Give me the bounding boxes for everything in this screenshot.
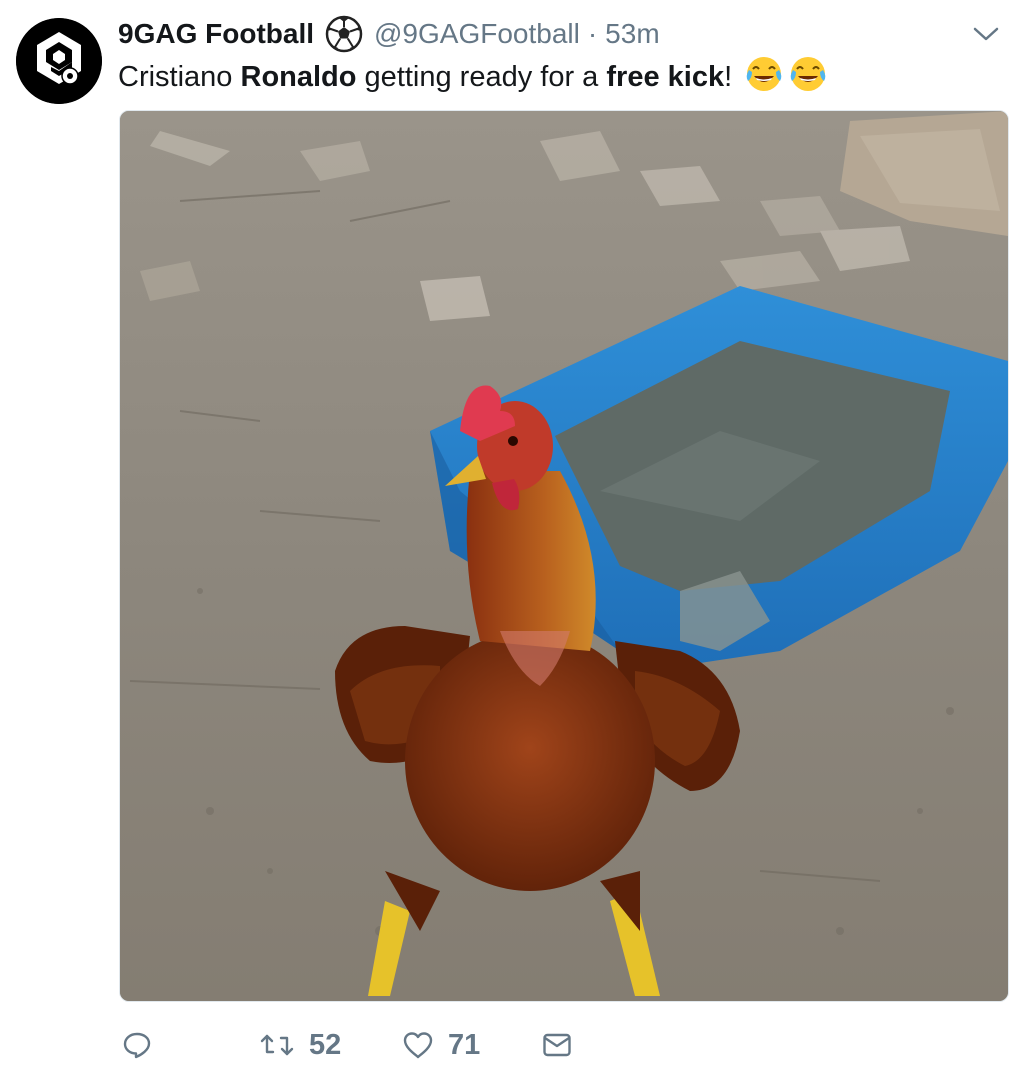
reply-button[interactable] [122, 1020, 166, 1070]
rooster-photo [120, 111, 1008, 1001]
like-button[interactable]: 71 [402, 1020, 480, 1070]
tweet-header: 9GAG Football @9GAGFootball · 53m [118, 14, 660, 54]
soccer-ball-icon [324, 14, 364, 54]
tweet-text-part: getting ready for a [356, 61, 607, 93]
tweet-text-bold: free kick [606, 61, 725, 93]
timestamp[interactable]: 53m [605, 18, 659, 50]
tweet-text: Cristiano Ronaldo getting ready for a fr… [118, 54, 828, 97]
direct-message-button[interactable] [542, 1020, 586, 1070]
chevron-down-icon[interactable] [972, 24, 1000, 44]
tweet-text-part: ! [724, 61, 733, 93]
heart-icon [403, 1032, 433, 1059]
reply-icon [123, 1032, 151, 1059]
avatar[interactable] [16, 18, 102, 104]
like-count: 71 [448, 1028, 481, 1061]
tweet-photo[interactable] [119, 110, 1009, 1002]
user-handle[interactable]: @9GAGFootball [374, 18, 580, 50]
tweet-text-part: Cristiano [118, 61, 241, 93]
tweet-actions: 52 71 [118, 1020, 618, 1070]
face-with-tears-of-joy-emoji [744, 54, 784, 94]
face-with-tears-of-joy-emoji [788, 54, 828, 94]
tweet-text-bold: Ronaldo [240, 61, 357, 93]
display-name[interactable]: 9GAG Football [118, 18, 314, 50]
retweet-count: 52 [309, 1028, 342, 1061]
separator-dot: · [587, 18, 598, 49]
tweet-card: 9GAG Football @9GAGFootball · 53m Cristi… [0, 0, 1024, 1075]
envelope-icon [543, 1033, 571, 1057]
retweet-icon [260, 1034, 294, 1056]
retweet-button[interactable]: 52 [259, 1020, 341, 1070]
